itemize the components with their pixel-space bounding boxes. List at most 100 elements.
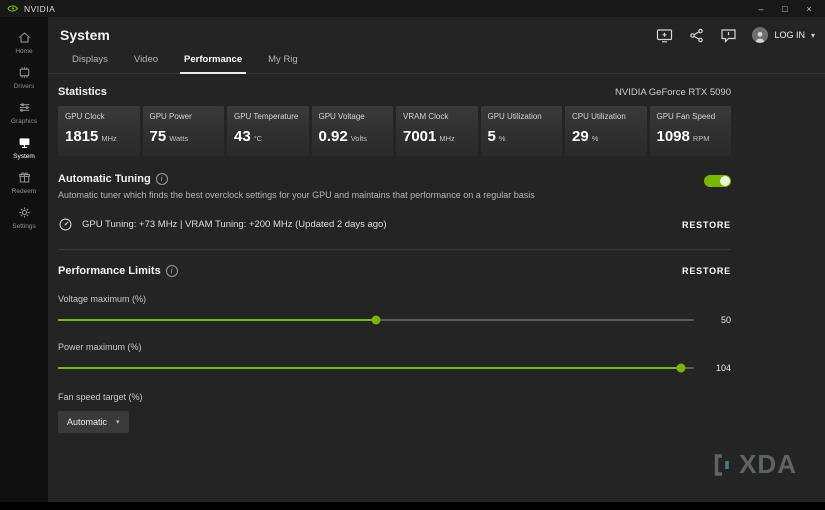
stat-unit: RPM <box>692 134 710 143</box>
automatic-tuning-description: Automatic tuner which finds the best ove… <box>58 190 535 200</box>
chevron-down-icon: ▾ <box>810 30 815 40</box>
stat-label: CPU Utilization <box>572 112 626 121</box>
power-slider-track[interactable] <box>58 363 694 373</box>
stat-card-gpu-clock: GPU Clock 1815 MHz <box>58 106 140 156</box>
voltage-slider-value: 50 <box>720 315 731 325</box>
stat-unit: Watts <box>169 134 189 143</box>
power-slider: 104 <box>58 363 731 373</box>
graphics-icon <box>19 103 29 112</box>
tab-bar: Displays Video Performance My Rig <box>48 47 825 74</box>
titlebar: NVIDIA – □ × <box>0 0 825 17</box>
nvidia-logo-icon <box>7 5 19 12</box>
tuning-status: GPU Tuning: +73 MHz | VRAM Tuning: +200 … <box>82 219 387 230</box>
xda-logo-text: XDA <box>739 449 797 479</box>
tuning-gauge-icon <box>59 218 72 231</box>
page-title: System <box>60 27 110 43</box>
tuning-restore-button[interactable]: RESTORE <box>682 220 731 230</box>
minimize-icon[interactable]: – <box>749 0 773 17</box>
stat-unit: MHz <box>439 134 455 143</box>
stat-value: 1815 <box>65 128 99 145</box>
automatic-tuning-section: Automatic Tuning Automatic tuner which f… <box>58 173 731 232</box>
redeem-icon <box>18 172 30 183</box>
stat-value: 29 <box>572 128 589 145</box>
app-title: NVIDIA <box>24 3 56 14</box>
voltage-slider: 50 <box>58 315 731 325</box>
stat-unit: % <box>498 134 506 143</box>
fan-speed-dropdown[interactable]: Automatic ▾ <box>58 411 129 433</box>
sidebar-item-label: Graphics <box>10 118 37 125</box>
voltage-slider-track[interactable] <box>58 315 694 325</box>
info-icon[interactable] <box>165 265 178 277</box>
xda-logo-icon <box>714 453 729 476</box>
sidebar-item-label: Redeem <box>11 188 37 195</box>
stat-label: GPU Voltage <box>318 112 365 121</box>
performance-limits-title: Performance Limits <box>58 265 161 277</box>
drivers-icon <box>19 67 29 78</box>
toggle-knob <box>720 176 730 186</box>
section-divider <box>58 249 731 250</box>
voltage-slider-fill <box>58 319 376 321</box>
automatic-tuning-title: Automatic Tuning <box>58 173 151 185</box>
sidebar-item-system[interactable]: System <box>0 130 48 165</box>
tab-video[interactable]: Video <box>122 47 170 73</box>
stat-unit: MHz <box>101 134 117 143</box>
sidebar-item-label: Settings <box>12 223 36 230</box>
page-header: System LOG IN ▾ <box>48 17 825 47</box>
bottom-bar <box>0 502 825 510</box>
close-icon[interactable]: × <box>797 0 821 17</box>
stat-card-cpu-utilization: CPU Utilization 29% <box>565 106 647 156</box>
stat-unit: °C <box>253 134 263 143</box>
xda-watermark: XDA <box>712 449 797 480</box>
stat-value: 43 <box>234 128 251 145</box>
power-slider-thumb[interactable] <box>676 363 686 373</box>
fan-speed-label: Fan speed target (%) <box>58 392 143 402</box>
overlay-icon[interactable] <box>656 28 673 43</box>
stat-label: VRAM Clock <box>403 112 449 121</box>
nvidia-app-window: NVIDIA – □ × Home Drivers Graphics Syste… <box>0 0 825 510</box>
tab-displays[interactable]: Displays <box>60 47 120 73</box>
info-icon[interactable] <box>155 173 168 185</box>
stat-label: GPU Temperature <box>234 112 299 121</box>
login-label: LOG IN <box>774 30 805 40</box>
stat-label: GPU Clock <box>65 112 105 121</box>
feedback-icon[interactable] <box>720 28 737 43</box>
sidebar-item-settings[interactable]: Settings <box>0 200 48 235</box>
performance-limits-header: Performance Limits RESTORE <box>58 265 731 277</box>
stat-card-vram-clock: VRAM Clock 7001 MHz <box>396 106 478 156</box>
sidebar-item-home[interactable]: Home <box>0 25 48 60</box>
sidebar-item-label: Drivers <box>13 83 35 90</box>
voltage-slider-thumb[interactable] <box>371 315 381 325</box>
power-slider-value: 104 <box>715 363 731 373</box>
stat-card-gpu-temperature: GPU Temperature 43 °C <box>227 106 309 156</box>
gear-icon <box>18 207 30 218</box>
titlebar-left: NVIDIA <box>7 4 55 14</box>
power-slider-label: Power maximum (%) <box>58 342 142 352</box>
caret-down-icon: ▾ <box>116 419 120 426</box>
stat-label: GPU Utilization <box>487 112 542 121</box>
user-icon <box>755 31 766 43</box>
tab-my-rig[interactable]: My Rig <box>256 47 310 73</box>
automatic-tuning-toggle[interactable] <box>704 175 731 187</box>
statistics-heading: Statistics <box>58 86 107 98</box>
stat-cards: GPU Clock 1815 MHz GPU Power 75 Watts GPU … <box>58 106 731 156</box>
stat-value: 7001 <box>403 128 437 145</box>
share-icon[interactable] <box>688 28 705 43</box>
stat-card-gpu-utilization: GPU Utilization 5% <box>480 106 562 156</box>
sidebar-item-redeem[interactable]: Redeem <box>0 165 48 200</box>
power-slider-fill <box>58 367 682 369</box>
sidebar-item-label: Home <box>15 48 33 55</box>
sidebar-item-drivers[interactable]: Drivers <box>0 60 48 95</box>
gpu-name: NVIDIA GeForce RTX 5090 <box>615 86 731 98</box>
sidebar-item-label: System <box>13 153 35 160</box>
stat-value: 0.92 <box>318 128 348 145</box>
stat-card-gpu-power: GPU Power 75 Watts <box>142 106 224 156</box>
stat-unit: Volts <box>350 134 367 143</box>
limits-restore-button[interactable]: RESTORE <box>682 266 731 276</box>
maximize-icon[interactable]: □ <box>773 0 797 17</box>
sidebar-item-graphics[interactable]: Graphics <box>0 95 48 130</box>
tab-performance[interactable]: Performance <box>172 47 254 74</box>
window-controls: – □ × <box>749 0 821 17</box>
stat-unit: % <box>591 134 599 143</box>
login-button[interactable]: LOG IN ▾ <box>752 27 815 43</box>
home-icon <box>18 32 30 43</box>
